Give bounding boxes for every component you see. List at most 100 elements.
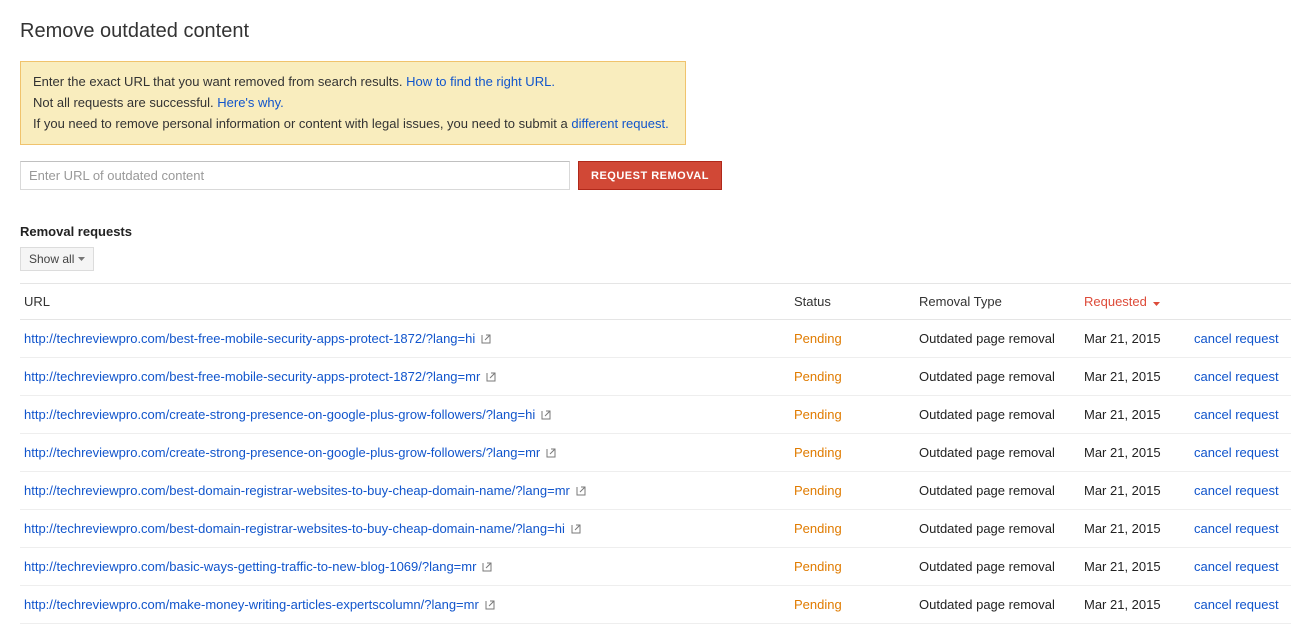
info-line-3: If you need to remove personal informati…: [33, 114, 673, 135]
url-link[interactable]: http://techreviewpro.com/best-domain-reg…: [24, 483, 586, 498]
url-text: http://techreviewpro.com/best-domain-reg…: [24, 483, 570, 498]
filter-dropdown[interactable]: Show all: [20, 247, 94, 271]
col-header-type[interactable]: Removal Type: [915, 284, 1080, 320]
url-input[interactable]: [20, 161, 570, 190]
cell-url: http://techreviewpro.com/best-domain-reg…: [20, 510, 790, 548]
info-line-2: Not all requests are successful. Here's …: [33, 93, 673, 114]
cancel-request-link[interactable]: cancel request: [1194, 407, 1279, 422]
cell-action: cancel request: [1190, 586, 1291, 624]
cancel-request-link[interactable]: cancel request: [1194, 369, 1279, 384]
sort-desc-icon: [1153, 302, 1160, 306]
table-row: http://techreviewpro.com/best-domain-reg…: [20, 510, 1291, 548]
cell-requested: Mar 21, 2015: [1080, 396, 1190, 434]
cell-requested: Mar 21, 2015: [1080, 472, 1190, 510]
requests-table: URL Status Removal Type Requested http:/…: [20, 283, 1291, 624]
status-badge: Pending: [794, 483, 842, 498]
url-link[interactable]: http://techreviewpro.com/create-strong-p…: [24, 407, 551, 422]
link-different-request[interactable]: different request.: [571, 116, 668, 131]
status-badge: Pending: [794, 597, 842, 612]
col-header-requested[interactable]: Requested: [1080, 284, 1190, 320]
cell-type: Outdated page removal: [915, 358, 1080, 396]
url-link[interactable]: http://techreviewpro.com/create-strong-p…: [24, 445, 556, 460]
chevron-down-icon: [78, 257, 85, 261]
url-link[interactable]: http://techreviewpro.com/make-money-writ…: [24, 597, 495, 612]
cell-requested: Mar 21, 2015: [1080, 358, 1190, 396]
table-row: http://techreviewpro.com/best-free-mobil…: [20, 320, 1291, 358]
cell-status: Pending: [790, 586, 915, 624]
cell-action: cancel request: [1190, 320, 1291, 358]
col-header-requested-label: Requested: [1084, 294, 1147, 309]
url-text: http://techreviewpro.com/create-strong-p…: [24, 445, 540, 460]
cell-type: Outdated page removal: [915, 434, 1080, 472]
table-row: http://techreviewpro.com/create-strong-p…: [20, 396, 1291, 434]
table-row: http://techreviewpro.com/create-strong-p…: [20, 434, 1291, 472]
status-badge: Pending: [794, 369, 842, 384]
input-row: Request Removal: [20, 161, 1291, 190]
cell-status: Pending: [790, 472, 915, 510]
link-find-url[interactable]: How to find the right URL.: [406, 74, 555, 89]
cancel-request-link[interactable]: cancel request: [1194, 597, 1279, 612]
external-link-icon: [571, 524, 581, 534]
cell-action: cancel request: [1190, 510, 1291, 548]
col-header-action: [1190, 284, 1291, 320]
cell-action: cancel request: [1190, 434, 1291, 472]
table-row: http://techreviewpro.com/make-money-writ…: [20, 586, 1291, 624]
cell-action: cancel request: [1190, 472, 1291, 510]
cell-type: Outdated page removal: [915, 586, 1080, 624]
table-row: http://techreviewpro.com/best-free-mobil…: [20, 358, 1291, 396]
url-link[interactable]: http://techreviewpro.com/best-free-mobil…: [24, 369, 496, 384]
url-text: http://techreviewpro.com/best-free-mobil…: [24, 331, 475, 346]
col-header-url[interactable]: URL: [20, 284, 790, 320]
status-badge: Pending: [794, 521, 842, 536]
external-link-icon: [485, 600, 495, 610]
cell-requested: Mar 21, 2015: [1080, 586, 1190, 624]
cell-status: Pending: [790, 434, 915, 472]
url-text: http://techreviewpro.com/make-money-writ…: [24, 597, 479, 612]
cell-url: http://techreviewpro.com/make-money-writ…: [20, 586, 790, 624]
page-title: Remove outdated content: [20, 20, 1291, 43]
info-text-1a: Enter the exact URL that you want remove…: [33, 74, 406, 89]
filter-label: Show all: [29, 252, 74, 266]
cell-action: cancel request: [1190, 396, 1291, 434]
info-box: Enter the exact URL that you want remove…: [20, 61, 686, 145]
status-badge: Pending: [794, 331, 842, 346]
status-badge: Pending: [794, 445, 842, 460]
link-heres-why[interactable]: Here's why.: [217, 95, 284, 110]
url-text: http://techreviewpro.com/create-strong-p…: [24, 407, 535, 422]
cell-url: http://techreviewpro.com/best-free-mobil…: [20, 320, 790, 358]
cell-status: Pending: [790, 358, 915, 396]
cell-url: http://techreviewpro.com/create-strong-p…: [20, 434, 790, 472]
table-header-row: URL Status Removal Type Requested: [20, 284, 1291, 320]
cancel-request-link[interactable]: cancel request: [1194, 483, 1279, 498]
cell-status: Pending: [790, 396, 915, 434]
url-link[interactable]: http://techreviewpro.com/best-free-mobil…: [24, 331, 491, 346]
url-link[interactable]: http://techreviewpro.com/best-domain-reg…: [24, 521, 581, 536]
external-link-icon: [546, 448, 556, 458]
request-removal-button[interactable]: Request Removal: [578, 161, 722, 190]
cell-url: http://techreviewpro.com/best-free-mobil…: [20, 358, 790, 396]
external-link-icon: [481, 334, 491, 344]
url-text: http://techreviewpro.com/best-domain-reg…: [24, 521, 565, 536]
url-text: http://techreviewpro.com/best-free-mobil…: [24, 369, 480, 384]
cell-requested: Mar 21, 2015: [1080, 510, 1190, 548]
cell-action: cancel request: [1190, 358, 1291, 396]
cell-type: Outdated page removal: [915, 510, 1080, 548]
external-link-icon: [576, 486, 586, 496]
table-row: http://techreviewpro.com/best-domain-reg…: [20, 472, 1291, 510]
info-text-2a: Not all requests are successful.: [33, 95, 217, 110]
cancel-request-link[interactable]: cancel request: [1194, 521, 1279, 536]
cell-type: Outdated page removal: [915, 320, 1080, 358]
cell-requested: Mar 21, 2015: [1080, 320, 1190, 358]
info-text-3a: If you need to remove personal informati…: [33, 116, 571, 131]
status-badge: Pending: [794, 407, 842, 422]
external-link-icon: [486, 372, 496, 382]
cancel-request-link[interactable]: cancel request: [1194, 331, 1279, 346]
col-header-status[interactable]: Status: [790, 284, 915, 320]
cell-requested: Mar 21, 2015: [1080, 434, 1190, 472]
cell-status: Pending: [790, 320, 915, 358]
cell-url: http://techreviewpro.com/create-strong-p…: [20, 396, 790, 434]
info-line-1: Enter the exact URL that you want remove…: [33, 72, 673, 93]
removal-requests-heading: Removal requests: [20, 224, 1291, 239]
cancel-request-link[interactable]: cancel request: [1194, 445, 1279, 460]
cell-url: http://techreviewpro.com/best-domain-reg…: [20, 472, 790, 510]
